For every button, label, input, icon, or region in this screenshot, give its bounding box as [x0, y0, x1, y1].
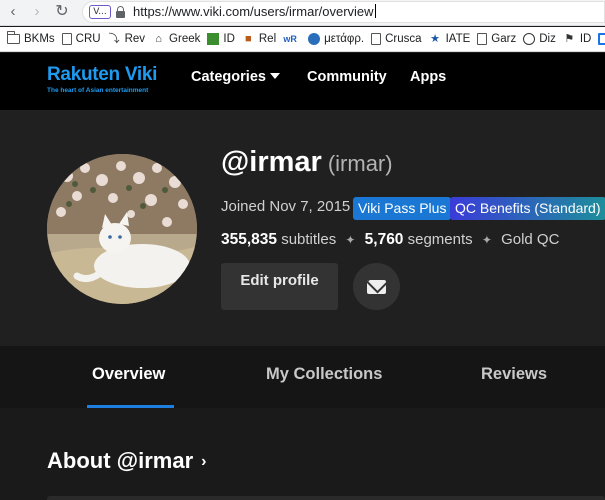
chevron-right-icon: › [201, 453, 207, 470]
nav-community[interactable]: Community [307, 69, 387, 85]
star-icon: ★ [430, 33, 440, 45]
lock-icon[interactable] [116, 6, 125, 18]
address-bar[interactable]: V... https://www.viki.com/users/irmar/ov… [82, 1, 605, 23]
viki-logo[interactable]: Rakuten Viki The heart of Asian entertai… [47, 64, 157, 94]
bookmark-rev[interactable]: ⤵ Rev [108, 33, 145, 45]
about-heading[interactable]: About @irmar › [47, 448, 206, 474]
tab-overview[interactable]: Overview [92, 365, 165, 384]
nav-apps[interactable]: Apps [410, 69, 446, 85]
sparkle-icon: ✦ [481, 233, 492, 247]
subtitles-label: subtitles [281, 231, 337, 248]
segments-count: 5,760 [364, 231, 404, 248]
globe-icon [308, 33, 321, 45]
about-section: About @irmar › [0, 408, 605, 500]
message-button[interactable] [353, 263, 400, 310]
subtitles-count: 355,835 [221, 231, 278, 248]
tab-reviews[interactable]: Reviews [481, 365, 547, 384]
blue-id-icon [598, 33, 605, 45]
wr-icon: wR [283, 34, 297, 44]
site-header: Rakuten Viki The heart of Asian entertai… [0, 53, 605, 110]
bookmark-garz[interactable]: Garz [477, 33, 516, 45]
bookmark-iate[interactable]: ★ IATE [429, 33, 470, 45]
profile-tabs: Overview My Collections Reviews [0, 346, 605, 408]
bookmark-cru[interactable]: CRU [61, 33, 101, 45]
flag-icon: ⚑ [564, 33, 575, 45]
bird-icon: ⤵ [108, 33, 120, 45]
profile-username: @irmar (irmar) [221, 146, 393, 178]
doc-icon [61, 33, 72, 45]
bookmark-greek[interactable]: ⌂ Greek [152, 33, 200, 45]
back-arrow-icon[interactable]: ‹ [3, 2, 23, 22]
bookmarks-bar: BKMs CRU ⤵ Rev ⌂ Greek ID ■ Rel wR μετάφρ. … [0, 27, 605, 52]
browser-toolbar: ‹ › ↻ V... https://www.viki.com/users/ir… [0, 0, 605, 26]
circle-c-icon [523, 33, 536, 45]
caret-down-icon [269, 73, 280, 79]
bookmark-rel[interactable]: ■ Rel [242, 33, 276, 45]
site-chip[interactable]: V... [89, 5, 111, 19]
bookmark-id-3[interactable]: ID [598, 33, 605, 45]
profile-section: @irmar (irmar) Joined Nov 7, 2015 Viki Pa… [0, 110, 605, 346]
bookmark-bkms[interactable]: BKMs [7, 31, 55, 45]
cat-avatar-image [47, 154, 197, 304]
bookmark-id-2[interactable]: ⚑ ID [563, 33, 591, 45]
bookmark-metafr[interactable]: μετάφρ. [308, 33, 364, 45]
folder-icon [7, 31, 20, 44]
building-icon: ⌂ [155, 33, 162, 45]
profile-handle: (irmar) [327, 151, 393, 176]
bookmark-wr[interactable]: wR [283, 33, 301, 45]
elephant-icon: ■ [245, 33, 252, 45]
bookmark-crusca[interactable]: Crusca [371, 33, 422, 45]
qc-benefits-badge[interactable]: QC Benefits (Standard) [450, 197, 605, 220]
doc-icon [477, 33, 488, 45]
reload-icon[interactable]: ↻ [52, 2, 72, 22]
viki-pass-badge[interactable]: Viki Pass Plus [353, 197, 452, 220]
nav-categories[interactable]: Categories [191, 69, 280, 85]
segments-label: segments [407, 231, 473, 248]
about-card [47, 496, 605, 500]
envelope-icon [367, 280, 386, 294]
green-square-icon [207, 33, 220, 45]
url-text[interactable]: https://www.viki.com/users/irmar/overvie… [133, 4, 376, 20]
doc-icon [371, 33, 382, 45]
edit-profile-button[interactable]: Edit profile [221, 263, 338, 310]
sparkle-icon: ✦ [345, 233, 356, 247]
tab-my-collections[interactable]: My Collections [266, 365, 382, 384]
bookmark-id-1[interactable]: ID [207, 33, 235, 45]
qc-level: Gold QC [501, 231, 560, 248]
joined-date: Joined Nov 7, 2015 [221, 198, 351, 215]
forward-arrow-icon[interactable]: › [27, 2, 47, 22]
avatar [47, 154, 197, 304]
bookmark-diz[interactable]: Diz [523, 33, 556, 45]
contribution-stats: 355,835 subtitles ✦ 5,760 segments ✦ Gol… [221, 231, 559, 249]
